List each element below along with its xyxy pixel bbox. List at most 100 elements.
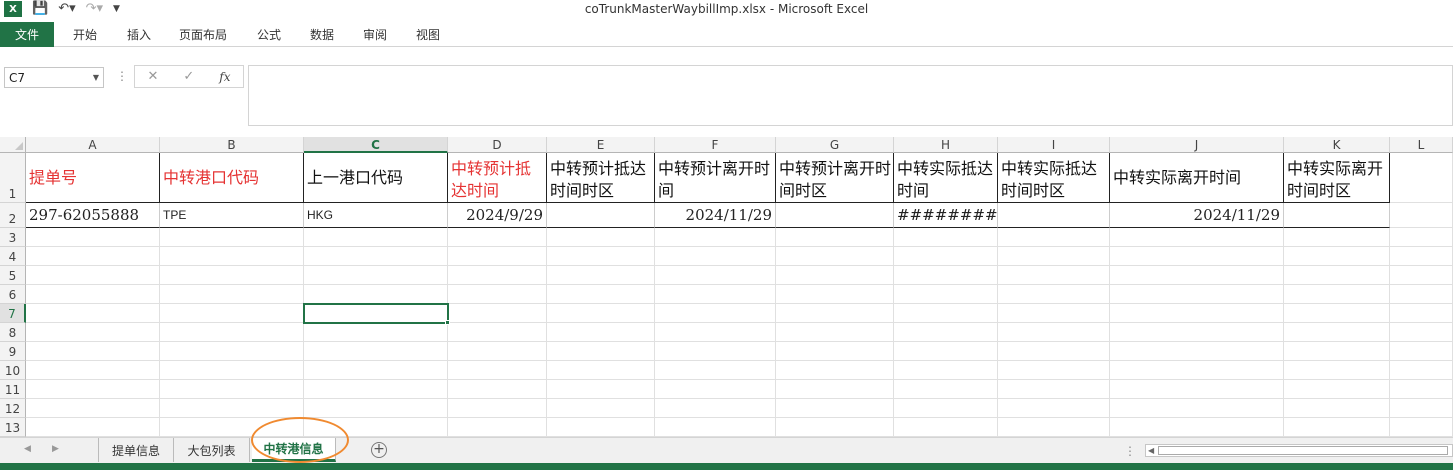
tab-home[interactable]: 开始 (73, 22, 97, 47)
cell[interactable] (160, 247, 304, 266)
active-cell-selection[interactable] (303, 303, 449, 324)
column-header-a[interactable]: A (26, 137, 160, 153)
data-cell-transit-eta[interactable]: 2024/9/29 (448, 203, 547, 228)
cell[interactable] (894, 247, 998, 266)
cell[interactable] (448, 285, 547, 304)
cell[interactable] (304, 342, 448, 361)
cell[interactable] (547, 361, 655, 380)
header-cell-prev-port-code[interactable]: 上一港口代码 (304, 153, 448, 203)
name-box-dropdown-icon[interactable]: ▼ (93, 73, 99, 82)
cell[interactable] (894, 228, 998, 247)
cell[interactable] (655, 228, 776, 247)
cell[interactable] (655, 342, 776, 361)
cell[interactable] (998, 342, 1110, 361)
cell[interactable] (26, 380, 160, 399)
cell[interactable] (1284, 247, 1390, 266)
cell[interactable] (547, 418, 655, 437)
cell[interactable] (655, 399, 776, 418)
column-header-h[interactable]: H (894, 137, 998, 153)
cell[interactable] (448, 418, 547, 437)
row-header-2[interactable]: 2 (0, 203, 26, 228)
next-sheet-icon[interactable]: ▶ (52, 444, 59, 454)
cell[interactable] (26, 418, 160, 437)
cell[interactable] (894, 399, 998, 418)
cell[interactable] (26, 361, 160, 380)
cell[interactable] (1284, 285, 1390, 304)
cell[interactable] (1284, 361, 1390, 380)
cell[interactable] (1284, 399, 1390, 418)
formula-bar-grip-icon[interactable]: ⋮ (116, 69, 128, 83)
cell[interactable] (448, 247, 547, 266)
tab-view[interactable]: 视图 (416, 22, 440, 47)
cell[interactable] (448, 380, 547, 399)
cell[interactable] (655, 361, 776, 380)
data-cell-transit-eta-tz[interactable] (547, 203, 655, 228)
row-header-7[interactable]: 7 (0, 304, 26, 323)
sheet-tab-package-list[interactable]: 大包列表 (174, 438, 250, 462)
cell[interactable] (1110, 380, 1284, 399)
cell[interactable] (547, 304, 655, 323)
cell[interactable] (1110, 247, 1284, 266)
cell[interactable] (547, 247, 655, 266)
cell[interactable] (655, 323, 776, 342)
cell[interactable] (998, 266, 1110, 285)
cell[interactable] (894, 361, 998, 380)
cell[interactable] (1110, 266, 1284, 285)
cell[interactable] (1390, 247, 1453, 266)
cell[interactable] (448, 304, 547, 323)
cell[interactable] (998, 247, 1110, 266)
cell[interactable] (894, 285, 998, 304)
cell[interactable] (998, 380, 1110, 399)
column-header-f[interactable]: F (655, 137, 776, 153)
cell[interactable] (776, 285, 894, 304)
cell[interactable] (894, 418, 998, 437)
column-header-j[interactable]: J (1110, 137, 1284, 153)
cell[interactable] (448, 342, 547, 361)
row-header-8[interactable]: 8 (0, 323, 26, 342)
header-cell-transit-eta[interactable]: 中转预计抵达时间 (448, 153, 547, 203)
cell[interactable] (1390, 203, 1453, 228)
cell[interactable] (1284, 380, 1390, 399)
cell[interactable] (26, 228, 160, 247)
data-cell-transit-port-code[interactable]: TPE (160, 203, 304, 228)
cell[interactable] (776, 247, 894, 266)
cell[interactable] (26, 342, 160, 361)
cell[interactable] (998, 323, 1110, 342)
cell[interactable] (26, 266, 160, 285)
row-header-9[interactable]: 9 (0, 342, 26, 361)
cell[interactable] (448, 266, 547, 285)
column-header-e[interactable]: E (547, 137, 655, 153)
cell[interactable] (655, 304, 776, 323)
header-cell-bill-no[interactable]: 提单号 (26, 153, 160, 203)
cell[interactable] (776, 380, 894, 399)
column-header-b[interactable]: B (160, 137, 304, 153)
cell[interactable] (776, 323, 894, 342)
cell[interactable] (776, 228, 894, 247)
data-cell-transit-atd[interactable]: 2024/11/29 (1110, 203, 1284, 228)
cell[interactable] (304, 285, 448, 304)
cell[interactable] (1390, 323, 1453, 342)
data-cell-prev-port-code[interactable]: HKG (304, 203, 448, 228)
cell[interactable] (547, 323, 655, 342)
tab-page-layout[interactable]: 页面布局 (179, 22, 227, 47)
cell[interactable] (1110, 304, 1284, 323)
header-cell-transit-ata[interactable]: 中转实际抵达时间 (894, 153, 998, 203)
enter-icon[interactable]: ✓ (183, 69, 194, 84)
cell[interactable] (1390, 266, 1453, 285)
tab-review[interactable]: 审阅 (363, 22, 387, 47)
sheet-tab-bill-info[interactable]: 提单信息 (98, 438, 174, 462)
cell[interactable] (1110, 228, 1284, 247)
column-header-d[interactable]: D (448, 137, 547, 153)
cell[interactable] (776, 304, 894, 323)
cell[interactable] (776, 266, 894, 285)
header-cell-transit-eta-tz[interactable]: 中转预计抵达时间时区 (547, 153, 655, 203)
tab-data[interactable]: 数据 (310, 22, 334, 47)
scroll-left-icon[interactable]: ◀ (1148, 446, 1154, 455)
cell[interactable] (26, 399, 160, 418)
cell[interactable] (160, 323, 304, 342)
cell[interactable] (448, 228, 547, 247)
scrollbar-thumb[interactable] (1158, 446, 1448, 455)
cell[interactable] (1110, 285, 1284, 304)
cell[interactable] (26, 285, 160, 304)
cell[interactable] (304, 399, 448, 418)
